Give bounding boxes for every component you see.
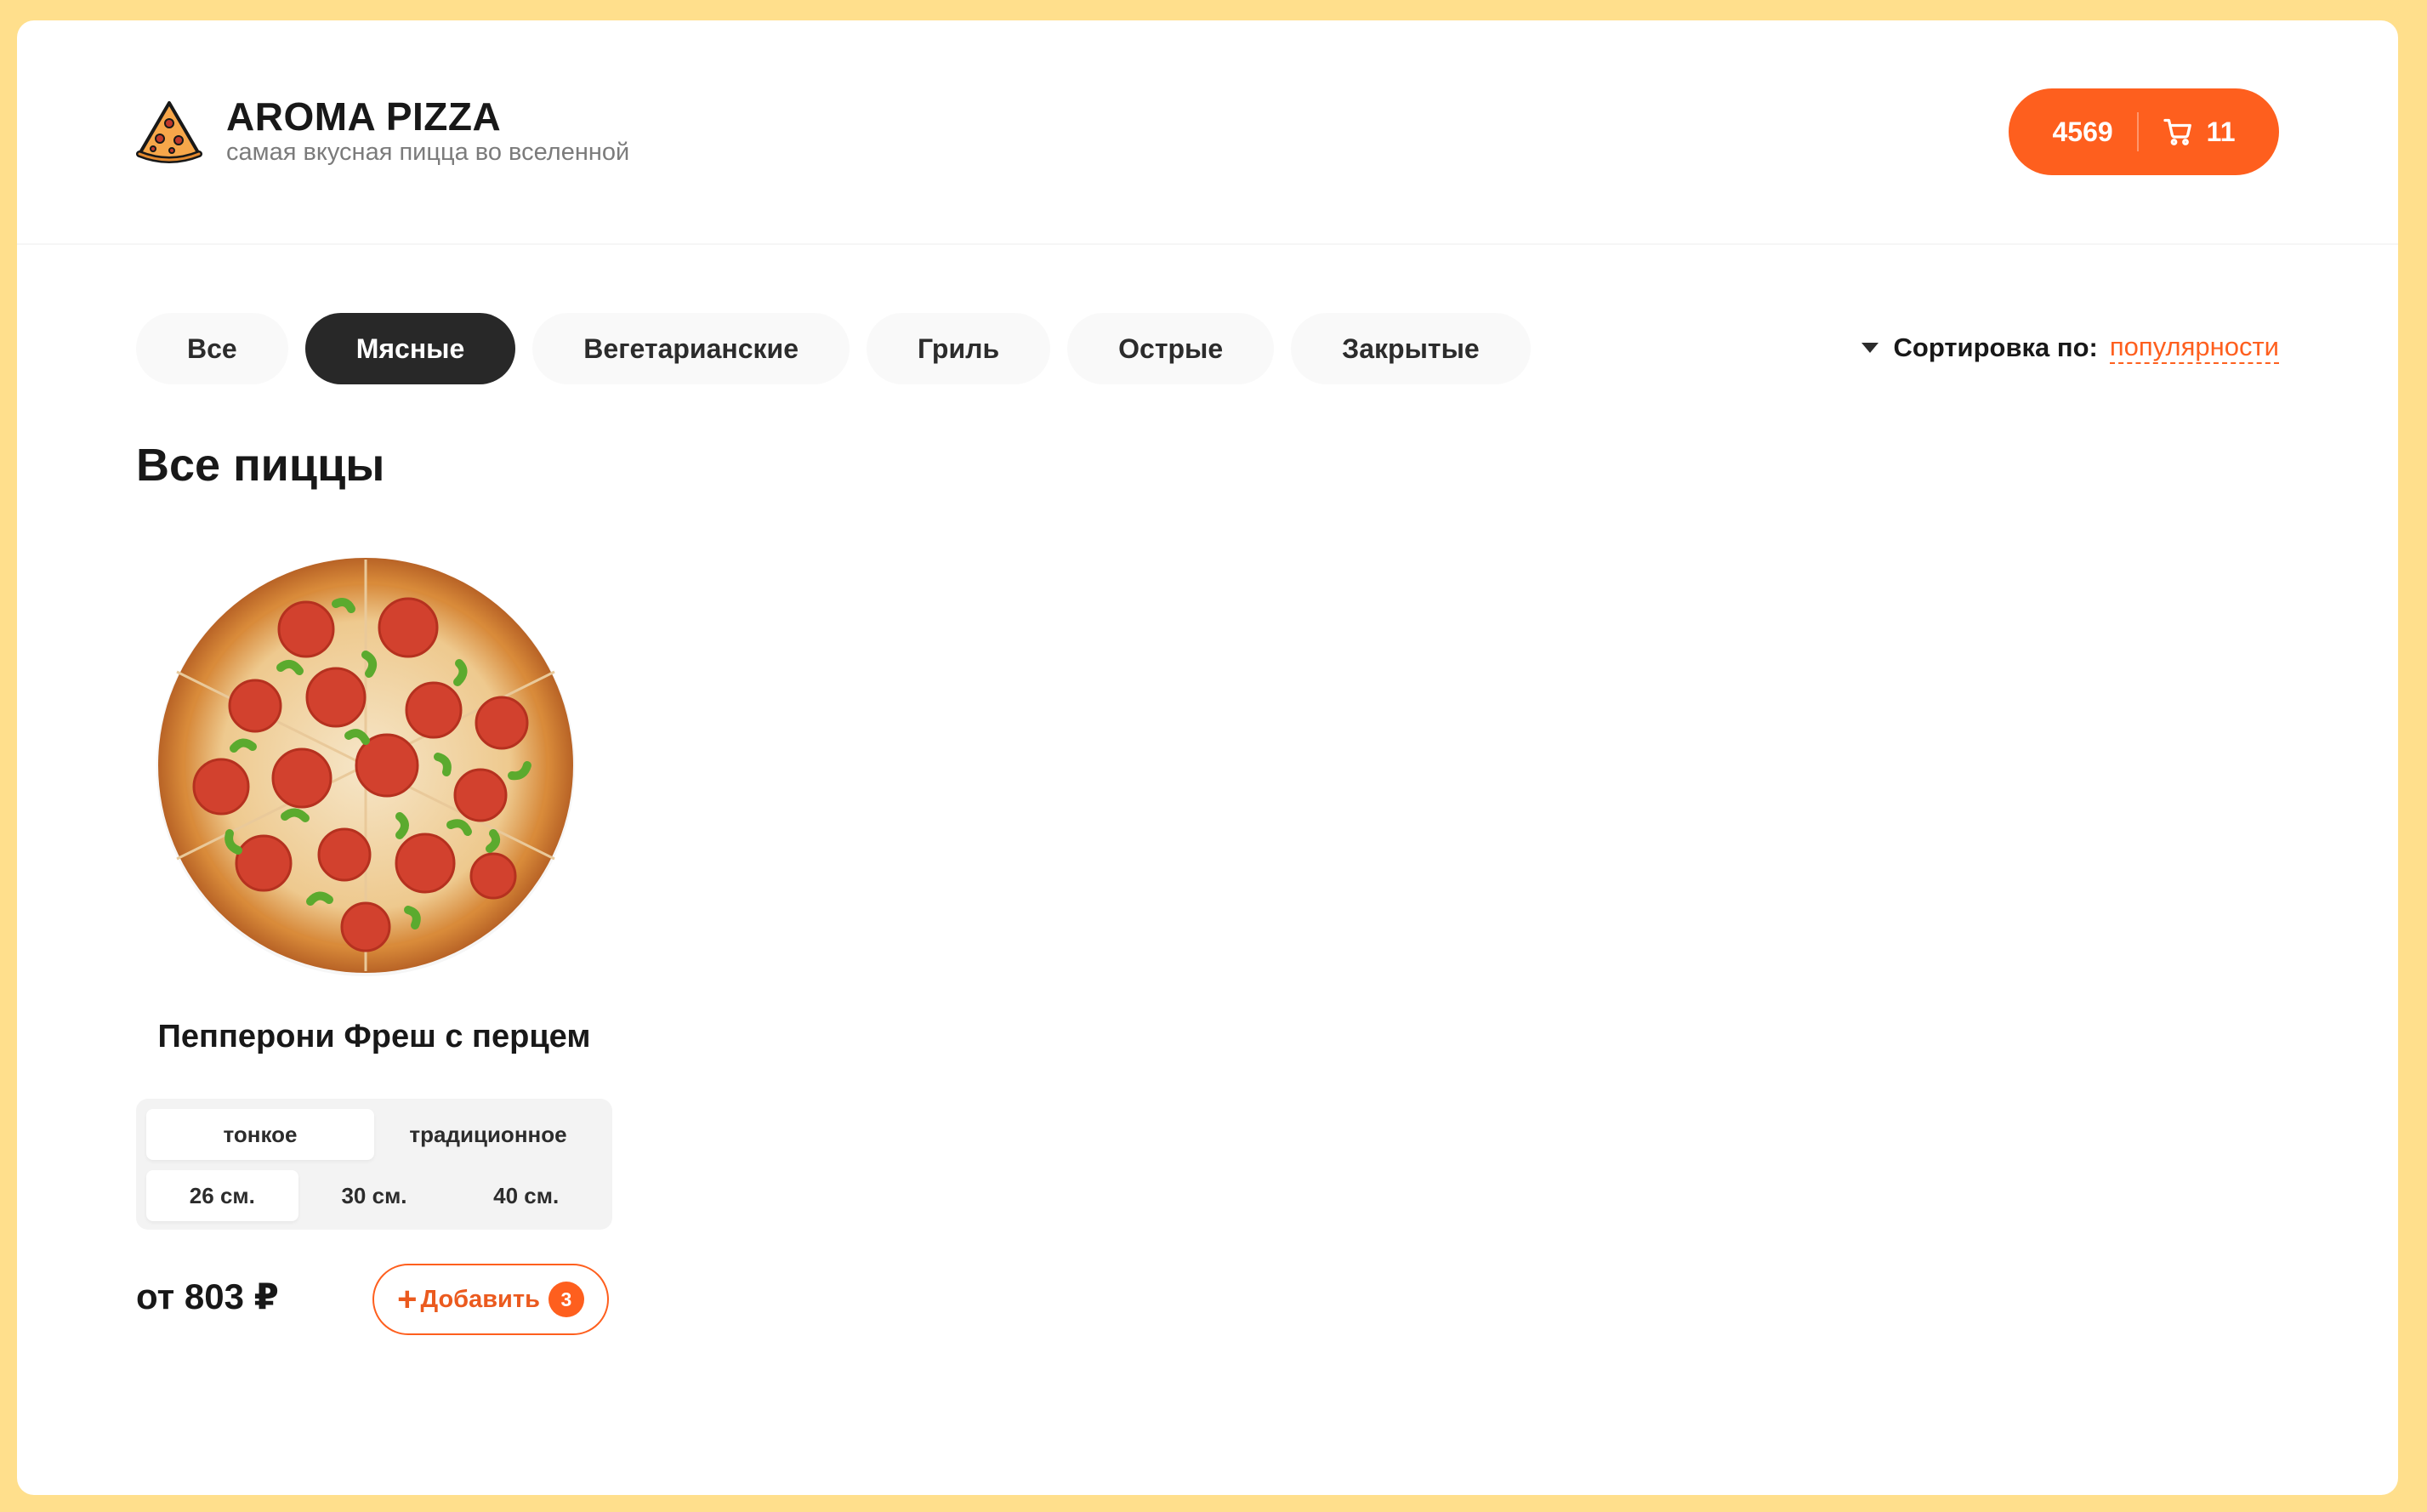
- section-title: Все пиццы: [136, 440, 385, 491]
- sort-control: Сортировка по: популярности: [1861, 332, 2279, 364]
- category-list: Все Мясные Вегетарианские Гриль Острые З…: [136, 313, 1548, 384]
- dough-option-thin[interactable]: тонкое: [146, 1109, 374, 1160]
- size-option-26[interactable]: 26 см.: [146, 1170, 298, 1221]
- added-count-badge: 3: [548, 1282, 584, 1317]
- cart-icon: [2163, 118, 2191, 145]
- cart-item-count: 11: [2206, 116, 2236, 147]
- category-closed[interactable]: Закрытые: [1291, 313, 1531, 384]
- category-all[interactable]: Все: [136, 313, 288, 384]
- brand-title: AROMA PIZZA: [226, 94, 502, 139]
- size-option-30[interactable]: 30 см.: [298, 1170, 451, 1221]
- pizza-logo-icon: [136, 101, 202, 163]
- sort-arrow-icon[interactable]: [1861, 343, 1879, 353]
- dough-option-traditional[interactable]: традиционное: [374, 1109, 602, 1160]
- category-meat[interactable]: Мясные: [304, 313, 516, 384]
- category-vegetarian[interactable]: Вегетарианские: [532, 313, 850, 384]
- category-grill[interactable]: Гриль: [866, 313, 1051, 384]
- logo[interactable]: AROMA PIZZA самая вкусная пицца во вселе…: [136, 95, 629, 167]
- cart-count-wrap: 11: [2139, 117, 2236, 148]
- category-spicy[interactable]: Острые: [1067, 313, 1275, 384]
- pizza-price: от 803 ₽: [136, 1276, 279, 1316]
- brand-subtitle: самая вкусная пицца во вселенной: [226, 139, 630, 166]
- header: AROMA PIZZA самая вкусная пицца во вселе…: [17, 20, 2398, 245]
- page-wrapper: AROMA PIZZA самая вкусная пицца во вселе…: [17, 20, 2398, 1495]
- size-option-40[interactable]: 40 см.: [450, 1170, 602, 1221]
- add-button-label: Добавить: [420, 1285, 540, 1313]
- add-to-cart-button[interactable]: + Добавить 3: [372, 1264, 609, 1335]
- sort-label: Сортировка по:: [1893, 333, 2098, 362]
- sort-value-link[interactable]: популярности: [2109, 332, 2279, 364]
- cart-button[interactable]: 4569 11: [2009, 88, 2279, 175]
- cart-total-price: 4569: [2052, 116, 2113, 147]
- pizza-name: Пепперони Фреш с перцем: [157, 1019, 591, 1054]
- pizza-image: [156, 558, 575, 976]
- plus-icon: +: [397, 1281, 418, 1318]
- dough-type-row: тонкое традиционное: [146, 1109, 602, 1160]
- size-row: 26 см. 30 см. 40 см.: [146, 1170, 602, 1221]
- pizza-options-selector: тонкое традиционное 26 см. 30 см. 40 см.: [136, 1099, 612, 1230]
- logo-text: AROMA PIZZA самая вкусная пицца во вселе…: [226, 95, 629, 167]
